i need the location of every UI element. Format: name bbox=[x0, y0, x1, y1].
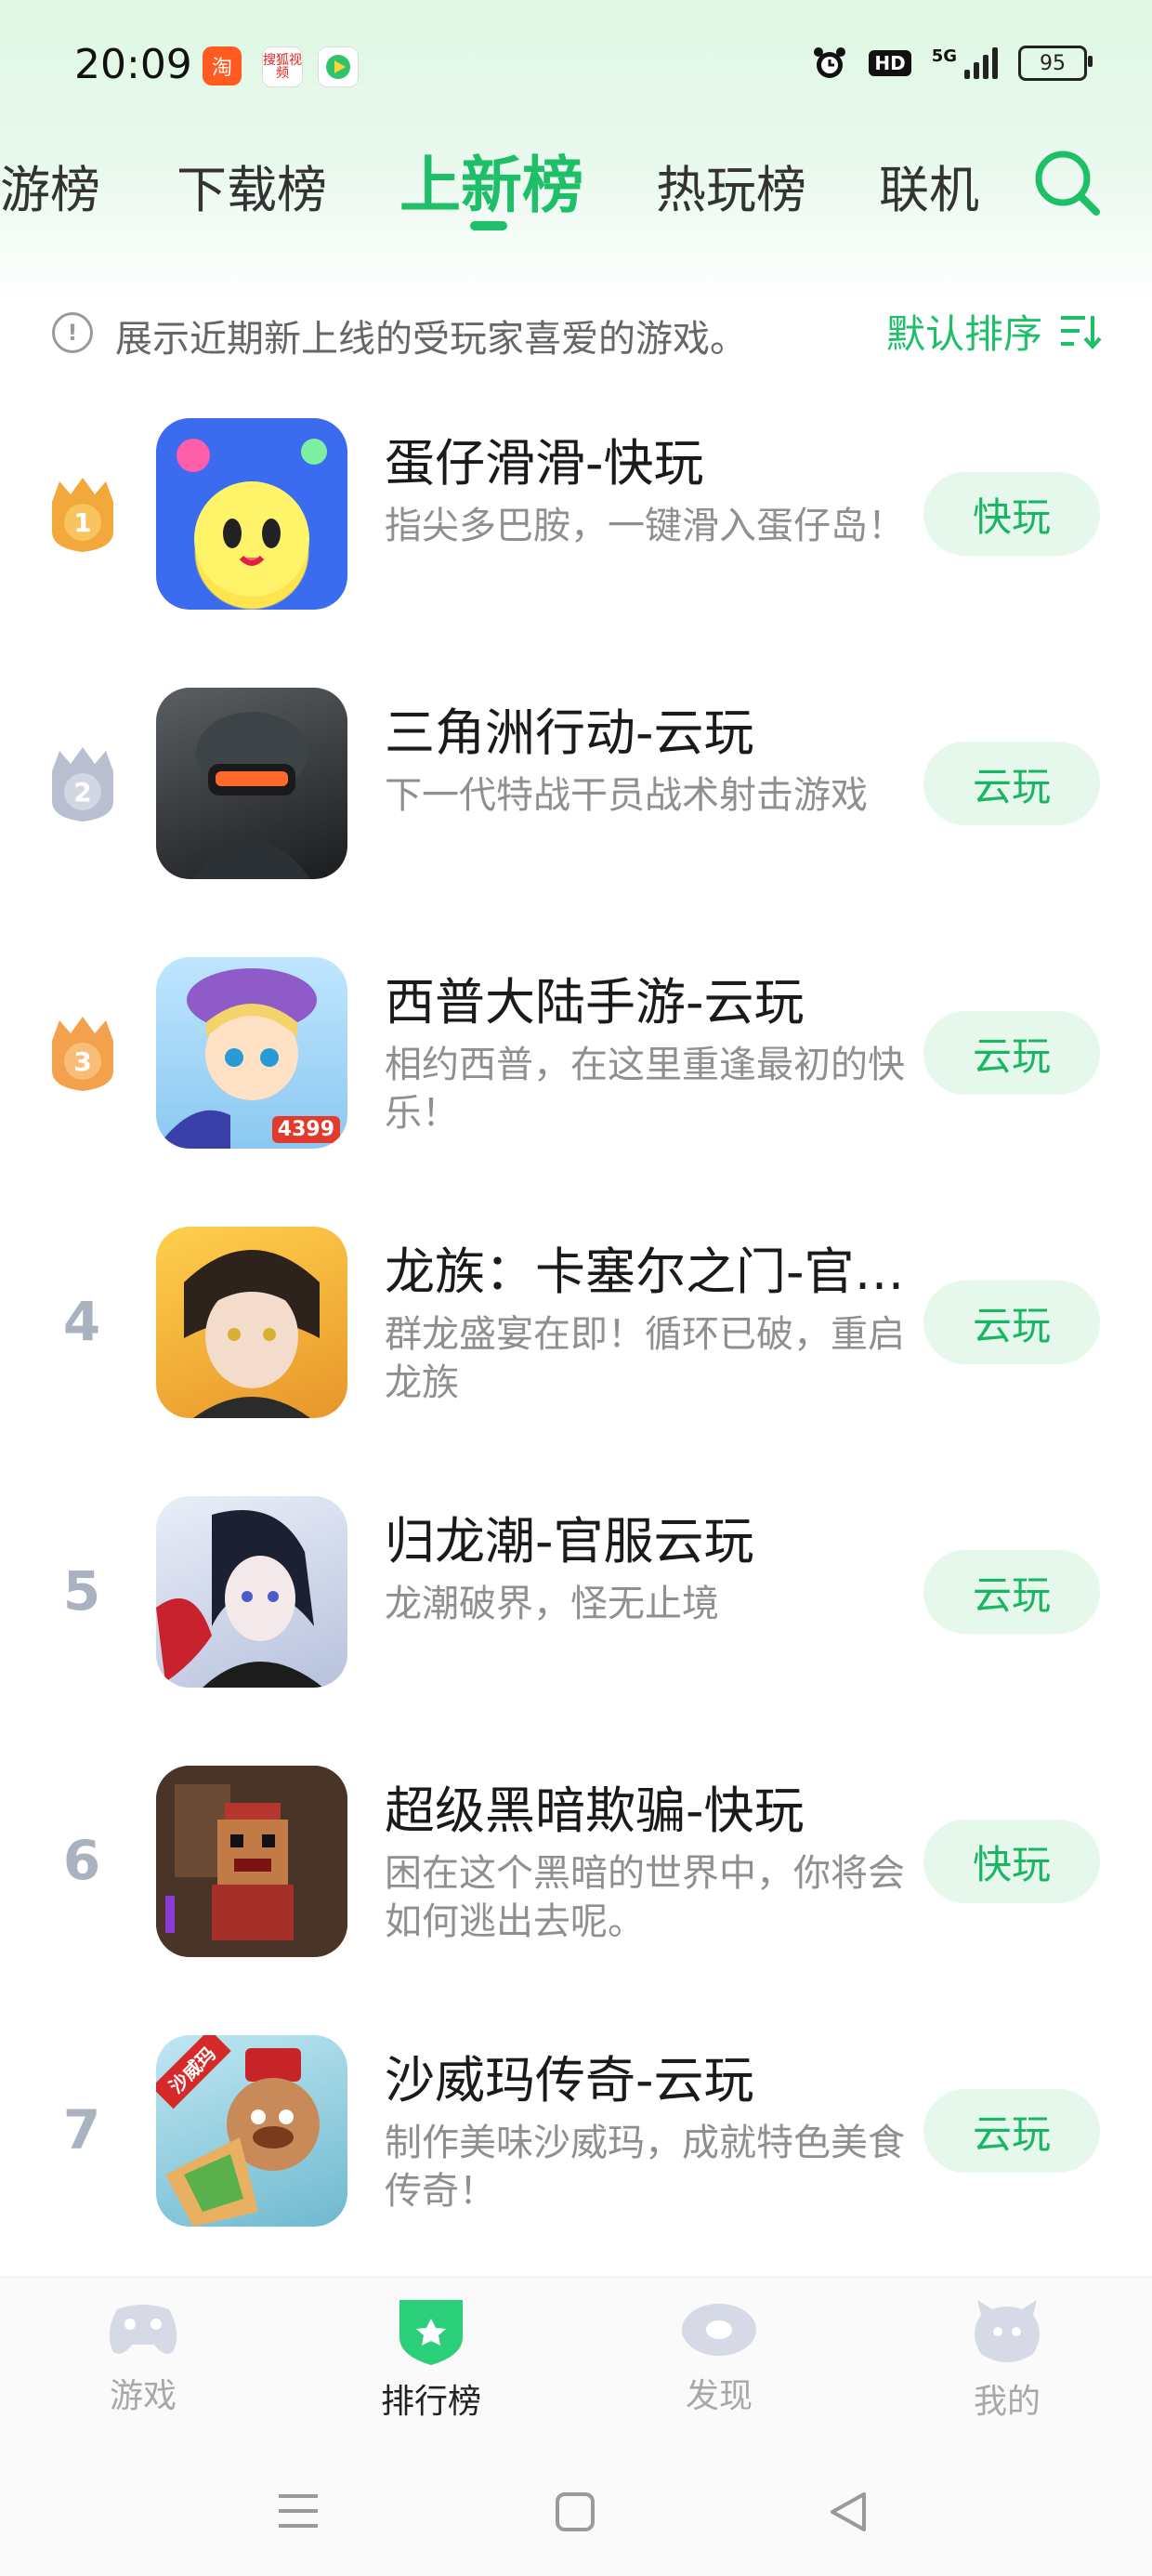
game-title: 沙威玛传奇-云玩 bbox=[385, 2051, 754, 2109]
rank-number: 7 bbox=[62, 2098, 101, 2162]
game-title: 龙族：卡塞尔之门-官… bbox=[385, 1242, 905, 1301]
game-title: 蛋仔滑滑-快玩 bbox=[385, 434, 704, 493]
search-button[interactable] bbox=[1031, 147, 1102, 217]
network-type: 5G bbox=[931, 46, 957, 66]
sohu-video-icon: 搜狐视频 bbox=[262, 46, 303, 87]
video-app-icon bbox=[318, 46, 359, 87]
menu-icon[interactable] bbox=[275, 2491, 321, 2531]
tab-download-rank[interactable]: 下载榜 bbox=[177, 149, 327, 222]
list-item[interactable]: 3 4399 西普大陆手游-云玩 相约西普，在这里重逢最初的快乐！ 云玩 bbox=[0, 948, 1152, 1217]
bottom-nav: 游戏 排行榜 发现 我的 bbox=[0, 2277, 1152, 2445]
game-description: 群龙盛宴在即！循环已破，重启龙族 bbox=[385, 1313, 905, 1404]
app-icon-return-dragon-tide[interactable] bbox=[156, 1496, 347, 1688]
svg-text:3: 3 bbox=[73, 1046, 91, 1077]
taobao-icon: 淘 bbox=[203, 46, 242, 85]
status-indicators: HD 5G 95 bbox=[811, 45, 1093, 82]
hd-icon: HD bbox=[869, 50, 911, 76]
notice-bar: ! 展示近期新上线的受玩家喜爱的游戏。 默认排序 bbox=[52, 303, 1102, 368]
status-time: 20:09 bbox=[74, 41, 192, 88]
game-title: 三角洲行动-云玩 bbox=[385, 703, 754, 762]
bronze-medal-icon: 3 bbox=[52, 1017, 113, 1091]
game-description: 下一代特战干员战术射击游戏 bbox=[385, 774, 868, 817]
notice-text: 展示近期新上线的受玩家喜爱的游戏。 bbox=[115, 318, 747, 361]
rank-number: 6 bbox=[62, 1829, 101, 1892]
game-title: 归龙潮-官服云玩 bbox=[385, 1512, 754, 1571]
active-tab-indicator bbox=[470, 221, 507, 230]
tab-online-games[interactable]: 游榜 bbox=[0, 149, 100, 222]
app-icon-dragon-raja[interactable] bbox=[156, 1227, 347, 1418]
profile-mascot-icon bbox=[975, 2300, 1040, 2362]
cloud-play-button[interactable]: 云玩 bbox=[923, 1550, 1100, 1634]
cloud-play-button[interactable]: 云玩 bbox=[923, 1281, 1100, 1364]
nav-label: 排行榜 bbox=[380, 2383, 481, 2421]
game-description: 困在这个黑暗的世界中，你将会如何逃出去呢。 bbox=[385, 1852, 905, 1943]
nav-ranking[interactable]: 排行榜 bbox=[347, 2296, 515, 2423]
list-item[interactable]: 2 三角洲行动-云玩 下一代特战干员战术射击游戏 云玩 bbox=[0, 678, 1152, 948]
system-nav-bar bbox=[0, 2444, 1152, 2576]
ranking-shield-icon bbox=[399, 2300, 463, 2365]
list-item[interactable]: 1 蛋仔滑滑-快玩 指尖多巴胺，一键滑入蛋仔岛！ 快玩 bbox=[0, 409, 1152, 678]
silver-medal-icon: 2 bbox=[52, 747, 113, 821]
rank-number: 4 bbox=[62, 1290, 101, 1353]
tab-hot-rank[interactable]: 热玩榜 bbox=[656, 149, 806, 222]
app-icon-super-dark-deception[interactable] bbox=[156, 1766, 347, 1957]
cloud-play-button[interactable]: 云玩 bbox=[923, 742, 1100, 825]
status-bar: 20:09 淘 搜狐视频 HD 5G 95 bbox=[0, 0, 1152, 139]
cloud-play-button[interactable]: 云玩 bbox=[923, 2089, 1100, 2173]
list-item[interactable]: 7 沙威玛 沙威玛传奇-云玩 制作美味沙威玛，成就特色美食传奇！ 云玩 bbox=[0, 2026, 1152, 2295]
home-icon[interactable] bbox=[554, 2491, 596, 2533]
battery-icon: 95 bbox=[1018, 46, 1093, 81]
search-icon bbox=[1035, 151, 1100, 216]
gold-medal-icon: 1 bbox=[52, 478, 113, 552]
nav-games[interactable]: 游戏 bbox=[59, 2296, 227, 2417]
tab-new-rank[interactable]: 上新榜 bbox=[399, 136, 583, 225]
info-icon: ! bbox=[52, 312, 93, 353]
list-item[interactable]: 6 超级黑暗欺骗-快玩 困在这个黑暗的世界中，你将会如何逃出去呢。 快玩 bbox=[0, 1756, 1152, 2026]
rank-number: 5 bbox=[62, 1559, 101, 1623]
app-icon-delta-force[interactable] bbox=[156, 688, 347, 879]
publisher-badge: 4399 bbox=[271, 1116, 340, 1143]
app-icon-shawarma-legend[interactable]: 沙威玛 bbox=[156, 2035, 347, 2227]
game-title: 超级黑暗欺骗-快玩 bbox=[385, 1781, 805, 1840]
back-icon[interactable] bbox=[827, 2489, 870, 2535]
app-icon-seer-continent[interactable]: 4399 bbox=[156, 957, 347, 1149]
sort-label: 默认排序 bbox=[885, 311, 1042, 357]
tab-multiplayer-rank[interactable]: 联机 bbox=[879, 149, 987, 222]
quick-play-button[interactable]: 快玩 bbox=[923, 1820, 1100, 1903]
nav-label: 我的 bbox=[973, 2383, 1041, 2421]
sort-button[interactable]: 默认排序 bbox=[886, 303, 1102, 360]
svg-text:2: 2 bbox=[73, 777, 91, 808]
nav-discover[interactable]: 发现 bbox=[635, 2296, 803, 2417]
list-item[interactable]: 4 龙族：卡塞尔之门-官… 群龙盛宴在即！循环已破，重启龙族 云玩 bbox=[0, 1217, 1152, 1487]
app-icon-eggy-slide[interactable] bbox=[156, 418, 347, 610]
game-title: 西普大陆手游-云玩 bbox=[385, 973, 805, 1032]
sort-icon bbox=[1061, 315, 1102, 349]
game-description: 龙潮破界，怪无止境 bbox=[385, 1583, 719, 1625]
svg-text:1: 1 bbox=[73, 507, 91, 538]
signal-icon bbox=[964, 47, 998, 79]
discover-eye-icon bbox=[682, 2304, 756, 2356]
gamepad-icon bbox=[109, 2305, 177, 2354]
nav-label: 游戏 bbox=[109, 2377, 177, 2415]
quick-play-button[interactable]: 快玩 bbox=[923, 472, 1100, 556]
game-description: 相约西普，在这里重逢最初的快乐！ bbox=[385, 1044, 905, 1135]
game-description: 制作美味沙威玛，成就特色美食传奇！ bbox=[385, 2122, 905, 2213]
list-item[interactable]: 5 归龙潮-官服云玩 龙潮破界，怪无止境 云玩 bbox=[0, 1487, 1152, 1756]
game-description: 指尖多巴胺，一键滑入蛋仔岛！ bbox=[385, 505, 905, 547]
cloud-play-button[interactable]: 云玩 bbox=[923, 1011, 1100, 1095]
nav-label: 发现 bbox=[685, 2377, 753, 2415]
nav-profile[interactable]: 我的 bbox=[923, 2296, 1091, 2423]
alarm-icon bbox=[814, 47, 846, 78]
